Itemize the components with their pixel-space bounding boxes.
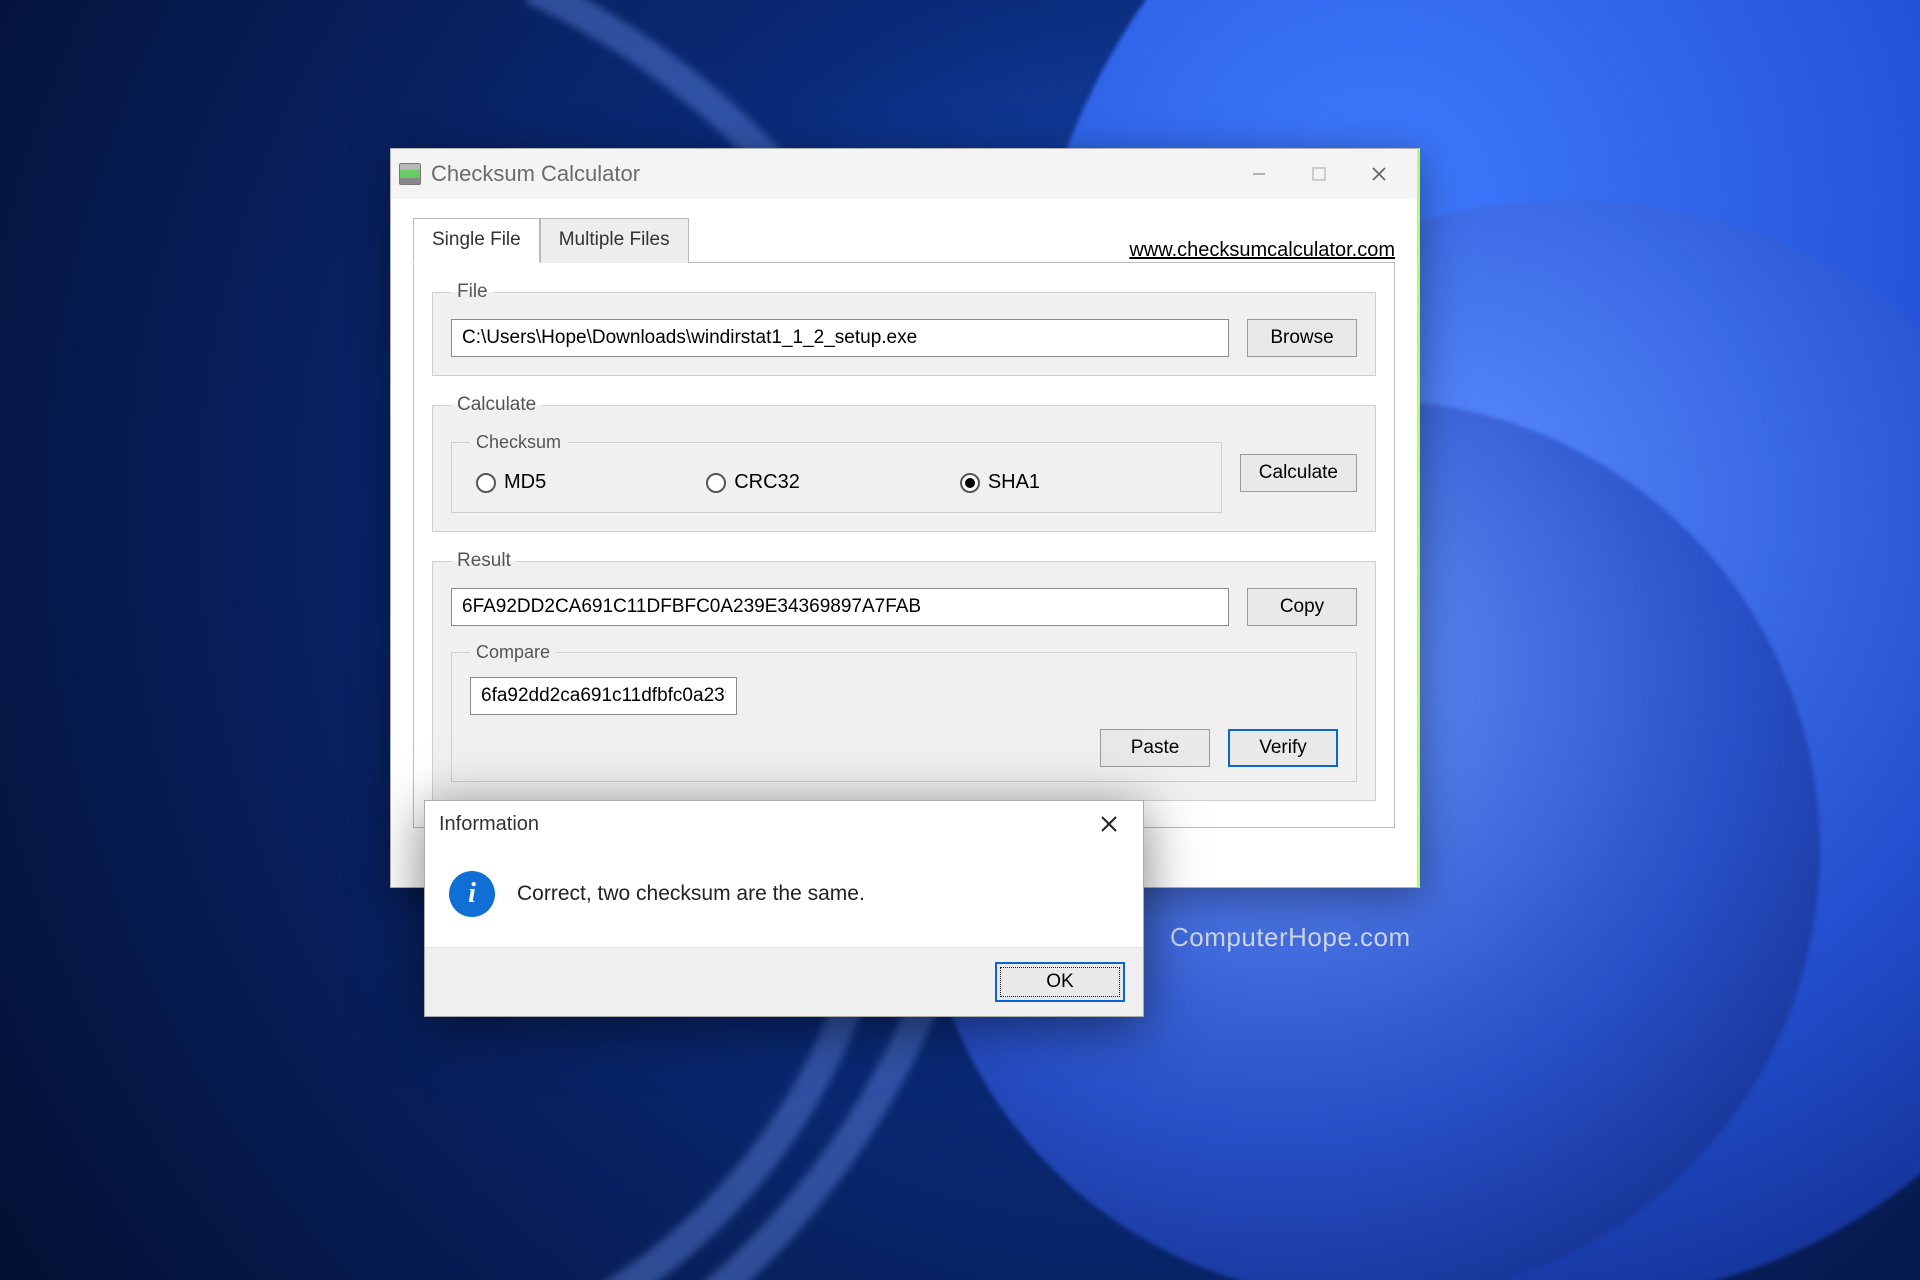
result-group: Result Copy Compare Paste Verify [432, 550, 1376, 801]
radio-icon [706, 473, 726, 493]
close-button[interactable] [1349, 149, 1409, 199]
minimize-icon [1251, 166, 1267, 182]
radio-icon [476, 473, 496, 493]
app-icon [399, 163, 421, 185]
dialog-message: Correct, two checksum are the same. [517, 882, 865, 906]
radio-icon [960, 473, 980, 493]
tab-multiple-files[interactable]: Multiple Files [540, 218, 689, 263]
minimize-button[interactable] [1229, 149, 1289, 199]
compare-legend: Compare [470, 642, 556, 663]
radio-md5[interactable]: MD5 [476, 471, 546, 494]
file-path-input[interactable] [451, 319, 1229, 357]
ok-button[interactable]: OK [995, 962, 1125, 1002]
radio-crc32-label: CRC32 [734, 471, 800, 494]
tab-strip: Single File Multiple Files [413, 217, 689, 262]
info-icon: i [449, 871, 495, 917]
calculate-group: Calculate Checksum MD5 [432, 394, 1376, 532]
maximize-button[interactable] [1289, 149, 1349, 199]
file-group: File Browse [432, 281, 1376, 376]
titlebar[interactable]: Checksum Calculator [391, 149, 1417, 199]
tab-single-file[interactable]: Single File [413, 218, 540, 263]
radio-sha1-label: SHA1 [988, 471, 1040, 494]
information-dialog: Information i Correct, two checksum are … [424, 800, 1144, 1017]
watermark-text: ComputerHope.com [1170, 922, 1411, 953]
radio-crc32[interactable]: CRC32 [706, 471, 800, 494]
file-group-legend: File [451, 281, 494, 303]
client-area: Single File Multiple Files www.checksumc… [391, 199, 1417, 887]
verify-button[interactable]: Verify [1228, 729, 1338, 767]
checksum-radio-group: Checksum MD5 CRC32 [451, 432, 1222, 513]
calculate-group-legend: Calculate [451, 394, 542, 416]
checksum-legend: Checksum [470, 432, 567, 453]
desktop-background: ComputerHope.com Checksum Calculator [0, 0, 1920, 1280]
dialog-title: Information [439, 813, 1089, 836]
copy-button[interactable]: Copy [1247, 588, 1357, 626]
browse-button[interactable]: Browse [1247, 319, 1357, 357]
result-group-legend: Result [451, 550, 517, 572]
tab-page-single-file: File Browse Calculate Checksum [413, 262, 1395, 828]
compare-group: Compare Paste Verify [451, 642, 1357, 782]
window-title: Checksum Calculator [431, 161, 1229, 187]
dialog-titlebar[interactable]: Information [425, 801, 1143, 847]
result-hash-output[interactable] [451, 588, 1229, 626]
close-icon [1370, 165, 1388, 183]
dialog-close-button[interactable] [1089, 804, 1129, 844]
calculate-button[interactable]: Calculate [1240, 454, 1357, 492]
radio-md5-label: MD5 [504, 471, 546, 494]
maximize-icon [1311, 166, 1327, 182]
paste-button[interactable]: Paste [1100, 729, 1210, 767]
radio-sha1[interactable]: SHA1 [960, 471, 1040, 494]
close-icon [1099, 814, 1119, 834]
site-link[interactable]: www.checksumcalculator.com [1129, 239, 1395, 262]
checksum-calculator-window: Checksum Calculator Single File Multiple… [390, 148, 1420, 888]
compare-input[interactable] [470, 677, 737, 715]
